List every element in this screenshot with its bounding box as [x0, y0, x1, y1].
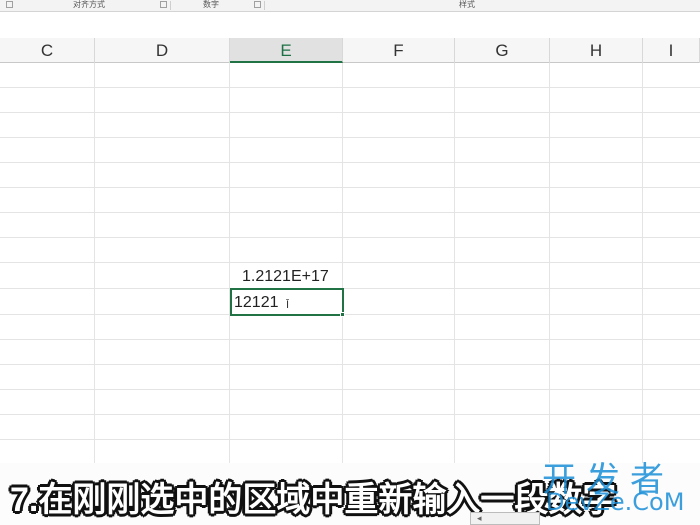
number-group-label: 数字 [203, 0, 219, 9]
grid-row-line [0, 339, 700, 340]
grid-column-line [549, 63, 550, 463]
grid-row-line [0, 439, 700, 440]
grid-row-line [0, 162, 700, 163]
column-header-f[interactable]: F [343, 38, 455, 63]
number-launcher-icon[interactable] [254, 1, 261, 8]
column-header-g[interactable]: G [455, 38, 550, 63]
alignment-group-label: 对齐方式 [73, 0, 105, 9]
column-header-h[interactable]: H [550, 38, 643, 63]
grid-column-line [454, 63, 455, 463]
styles-group-label: 样式 [459, 0, 475, 9]
alignment-launcher-icon[interactable] [160, 1, 167, 8]
ribbon-group-strip: 对齐方式 数字 样式 [0, 0, 700, 12]
column-header-d[interactable]: D [95, 38, 230, 63]
fill-handle[interactable] [340, 312, 345, 317]
column-header-row: C D E F G H I [0, 38, 700, 63]
group-separator [170, 1, 171, 10]
grid-row-line [0, 237, 700, 238]
grid-row-line [0, 314, 700, 315]
grid-row-line [0, 364, 700, 365]
grid-row-line [0, 112, 700, 113]
grid-row-line [0, 389, 700, 390]
grid-column-line [229, 63, 230, 463]
grid-column-line [342, 63, 343, 463]
grid-row-line [0, 212, 700, 213]
grid-row-line [0, 288, 700, 289]
column-header-e[interactable]: E [230, 38, 343, 63]
grid-row-line [0, 87, 700, 88]
active-cell-value[interactable]: 12121 [234, 294, 279, 312]
grid-row-line [0, 414, 700, 415]
watermark-logo-bottom: DevZe.CoM [546, 488, 685, 516]
dialog-launcher-icon[interactable] [6, 1, 13, 8]
formula-area-gap [0, 12, 700, 38]
text-cursor-icon: Ī [286, 299, 290, 311]
grid-row-line [0, 187, 700, 188]
group-separator [264, 1, 265, 10]
worksheet-grid[interactable]: 1.2121E+17 12121 Ī [0, 63, 700, 463]
grid-row-line [0, 137, 700, 138]
column-header-i[interactable]: I [643, 38, 700, 63]
sheet-tab-stub[interactable]: ◂ [470, 512, 540, 525]
grid-column-line [642, 63, 643, 463]
tab-arrow-icon: ◂ [477, 513, 482, 523]
column-header-c[interactable]: C [0, 38, 95, 63]
grid-row-line [0, 262, 700, 263]
cell-e-scientific-value[interactable]: 1.2121E+17 [242, 268, 329, 286]
grid-column-line [94, 63, 95, 463]
